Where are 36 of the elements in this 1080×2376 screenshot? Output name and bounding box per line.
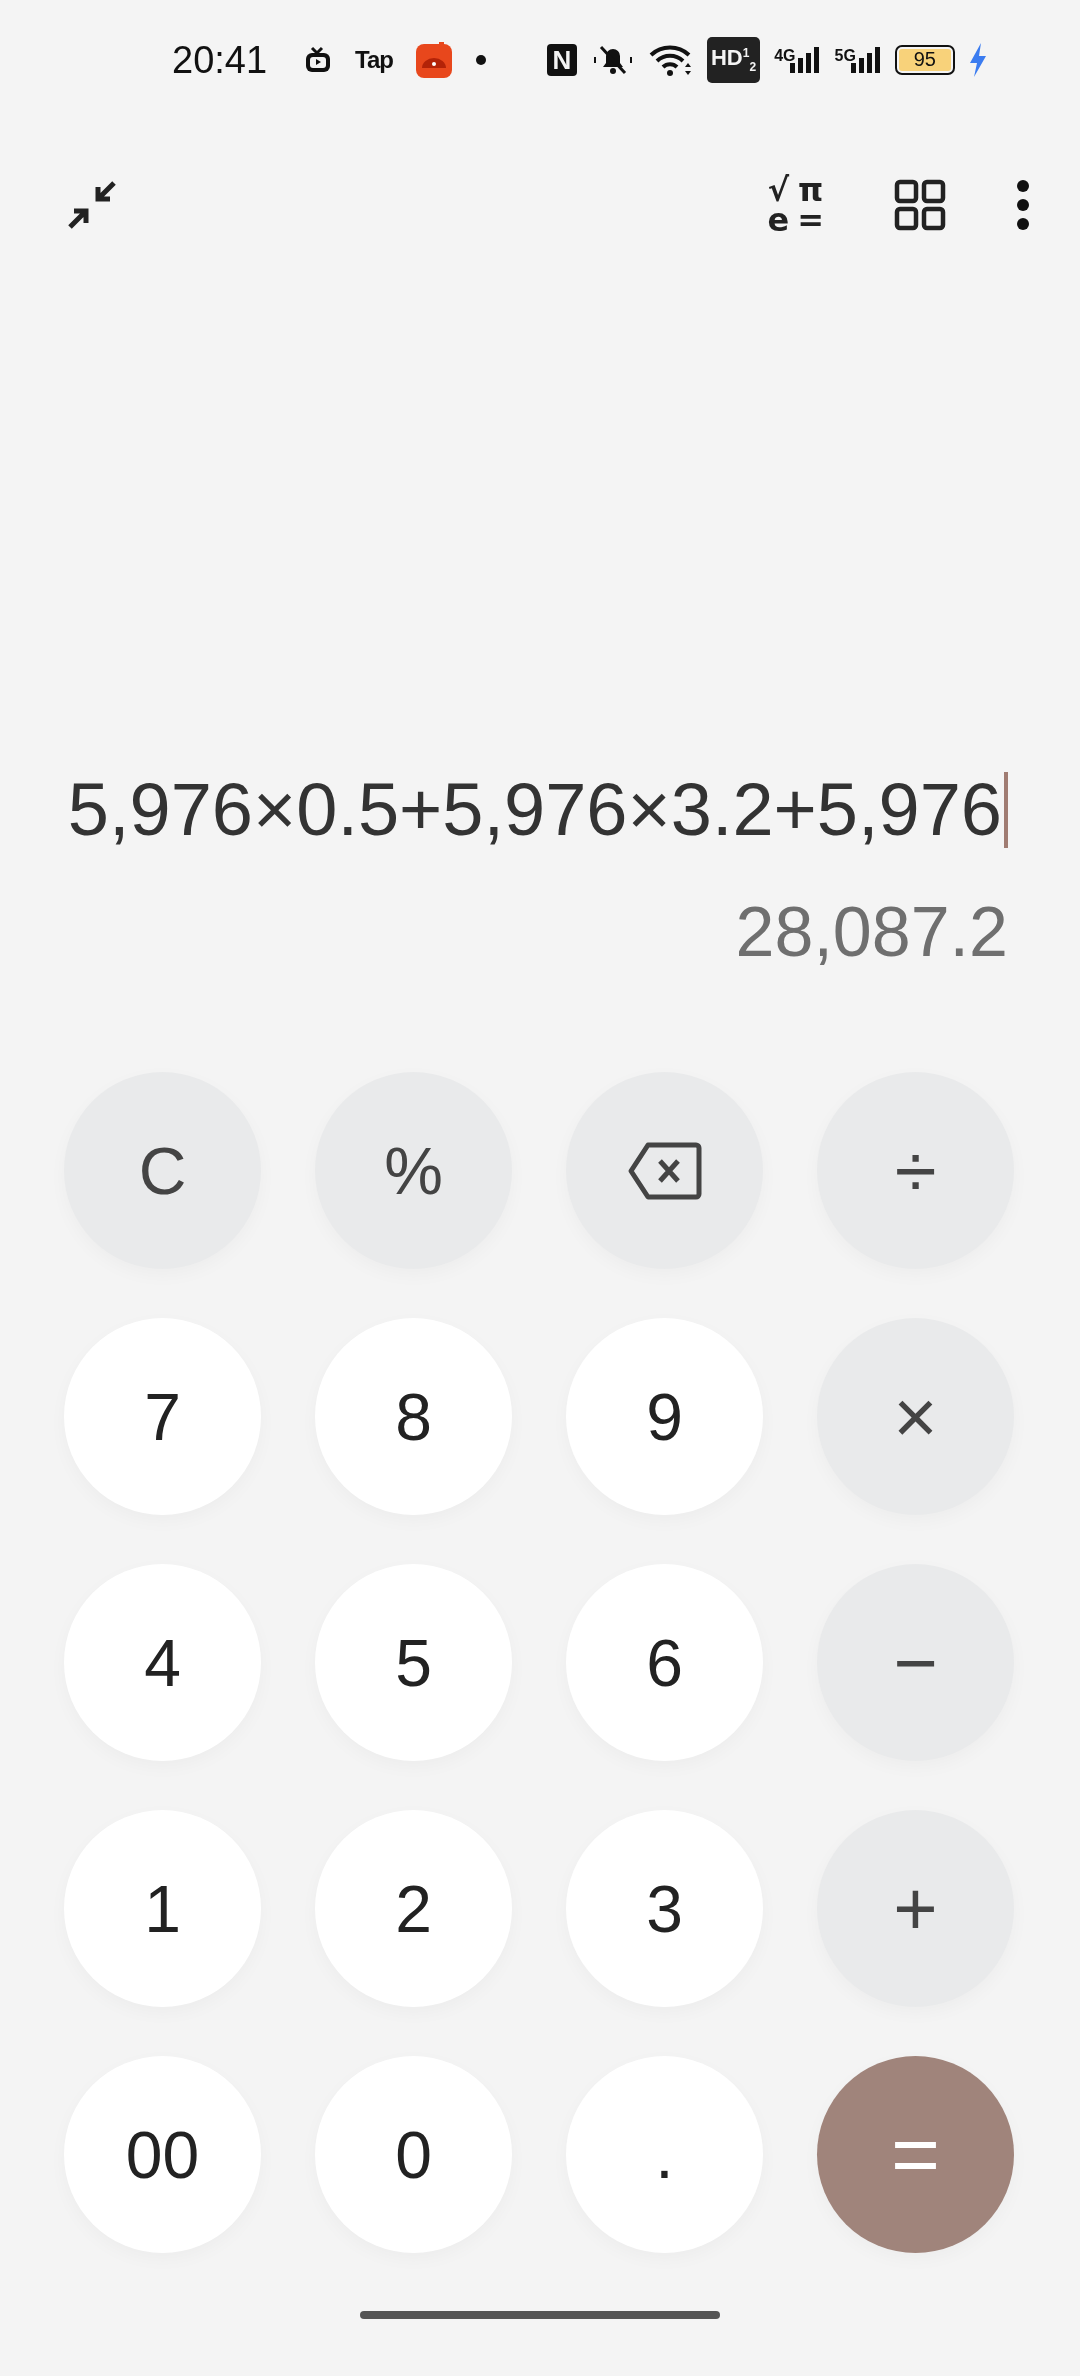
digit-key[interactable]: 3	[566, 1810, 763, 2007]
more-icon[interactable]	[1016, 179, 1030, 231]
operator-key[interactable]: +	[817, 1810, 1014, 2007]
operator-key[interactable]: −	[817, 1564, 1014, 1761]
dot-icon	[475, 54, 487, 66]
operator-key[interactable]: ÷	[817, 1072, 1014, 1269]
result-text: 28,087.2	[735, 892, 1008, 972]
digit-key[interactable]: 2	[315, 1810, 512, 2007]
digit-key[interactable]: 0	[315, 2056, 512, 2253]
expression-text: 5,976×0.5+5,976×3.2+5,976	[67, 767, 1002, 852]
nfc-icon: N	[547, 44, 577, 76]
digit-key[interactable]: 9	[566, 1318, 763, 1515]
backspace-icon	[627, 1140, 702, 1201]
digit-key[interactable]: 7	[64, 1318, 261, 1515]
battery-indicator: 95	[894, 45, 955, 75]
signal-indicator: 4G	[774, 47, 821, 73]
digit-key[interactable]: 00	[64, 2056, 261, 2253]
collapse-icon[interactable]	[66, 179, 118, 231]
signal-indicator: 5G	[834, 47, 881, 73]
status-time: 20:41	[172, 38, 268, 82]
function-key[interactable]: C	[64, 1072, 261, 1269]
digit-key[interactable]: 1	[64, 1810, 261, 2007]
app-icon	[415, 42, 453, 78]
digit-key[interactable]: 5	[315, 1564, 512, 1761]
operator-key[interactable]: ×	[817, 1318, 1014, 1515]
digit-key[interactable]: 6	[566, 1564, 763, 1761]
function-key[interactable]: %	[315, 1072, 512, 1269]
muted-bell-icon	[591, 43, 635, 77]
digit-key[interactable]: 4	[64, 1564, 261, 1761]
grid-icon[interactable]	[894, 179, 946, 231]
app-icon-text: Tap	[355, 46, 393, 74]
scientific-button[interactable]: √ π e =	[767, 175, 824, 235]
wifi-icon	[649, 43, 693, 77]
home-indicator[interactable]	[360, 2310, 720, 2319]
digit-key[interactable]: 8	[315, 1318, 512, 1515]
digit-key[interactable]: .	[566, 2056, 763, 2253]
